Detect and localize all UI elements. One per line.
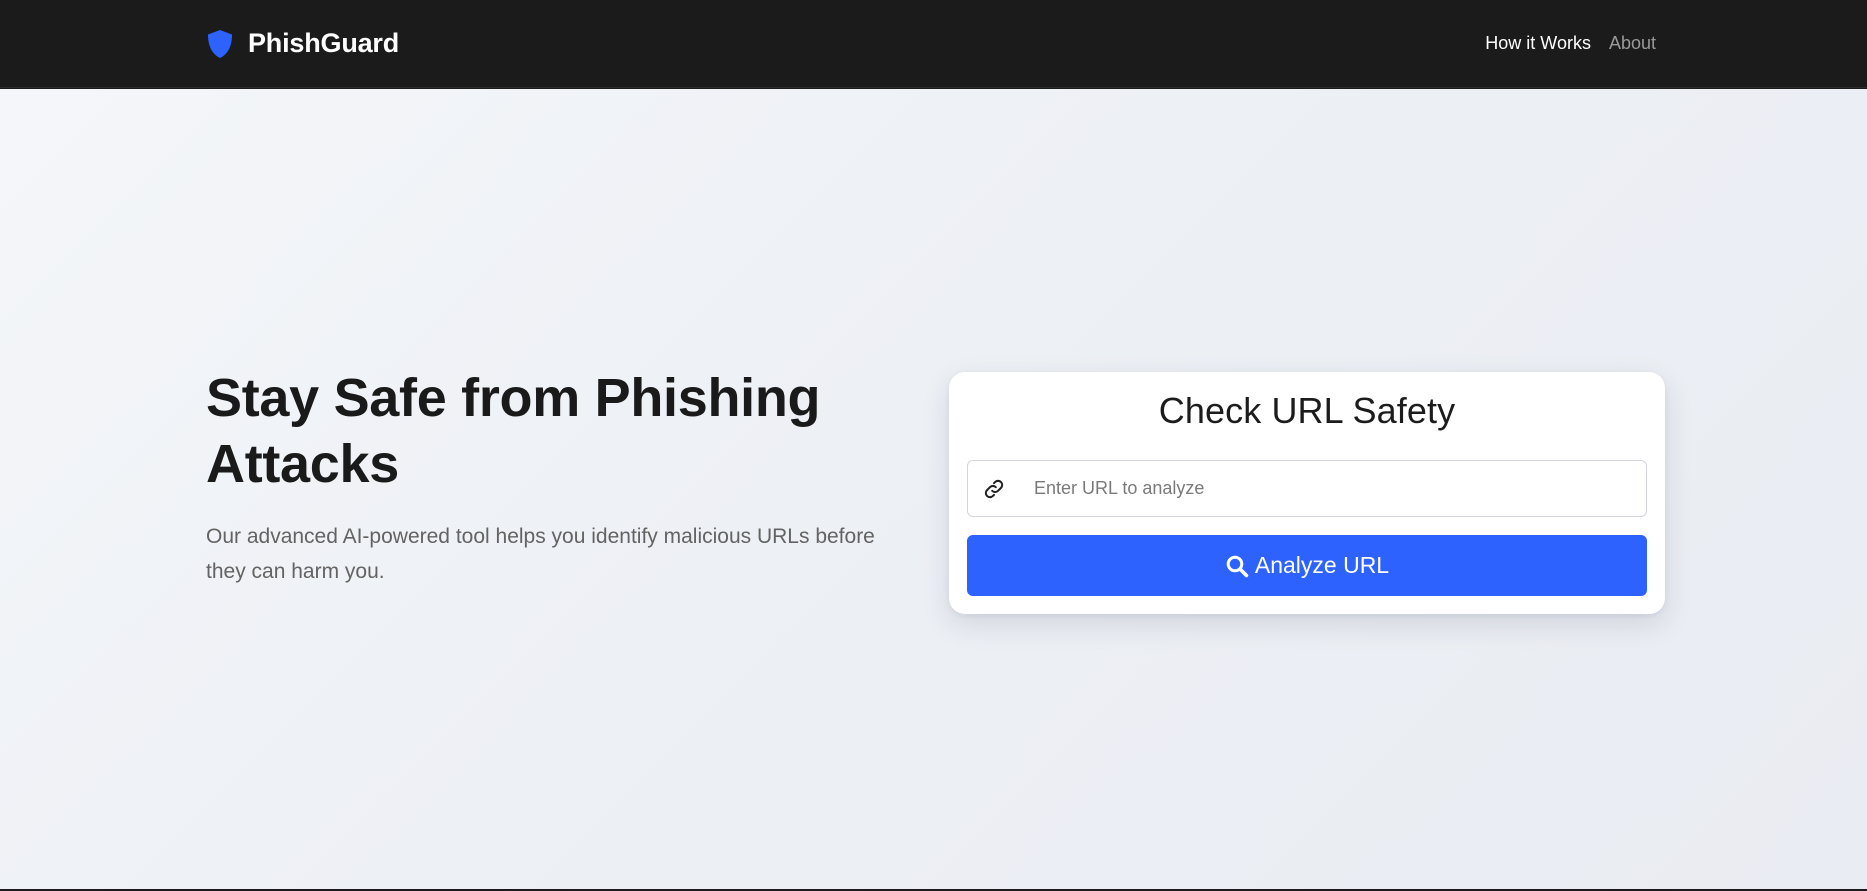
hero-section: Stay Safe from Phishing Attacks Our adva… xyxy=(0,89,1867,889)
nav-link-how-it-works[interactable]: How it Works xyxy=(1485,33,1591,54)
nav-links: How it Works About xyxy=(1485,33,1656,54)
hero-title: Stay Safe from Phishing Attacks xyxy=(206,368,821,494)
navbar: PhishGuard How it Works About xyxy=(0,0,1867,88)
url-input-group xyxy=(967,460,1647,517)
analyze-url-button[interactable]: Analyze URL xyxy=(967,535,1647,596)
nav-link-about[interactable]: About xyxy=(1609,33,1656,54)
link-icon xyxy=(982,477,1006,501)
analyze-button-label: Analyze URL xyxy=(1254,552,1390,578)
hero-subtitle: Our advanced AI-powered tool helps you i… xyxy=(206,525,875,583)
brand-name: PhishGuard xyxy=(248,28,400,58)
shield-icon xyxy=(206,29,234,59)
card-title: Check URL Safety xyxy=(1158,390,1456,431)
search-icon xyxy=(1225,554,1249,578)
url-input[interactable] xyxy=(1034,468,1634,509)
url-check-card: Check URL Safety Analyze URL xyxy=(949,372,1665,614)
brand-link[interactable]: PhishGuard xyxy=(206,28,399,59)
